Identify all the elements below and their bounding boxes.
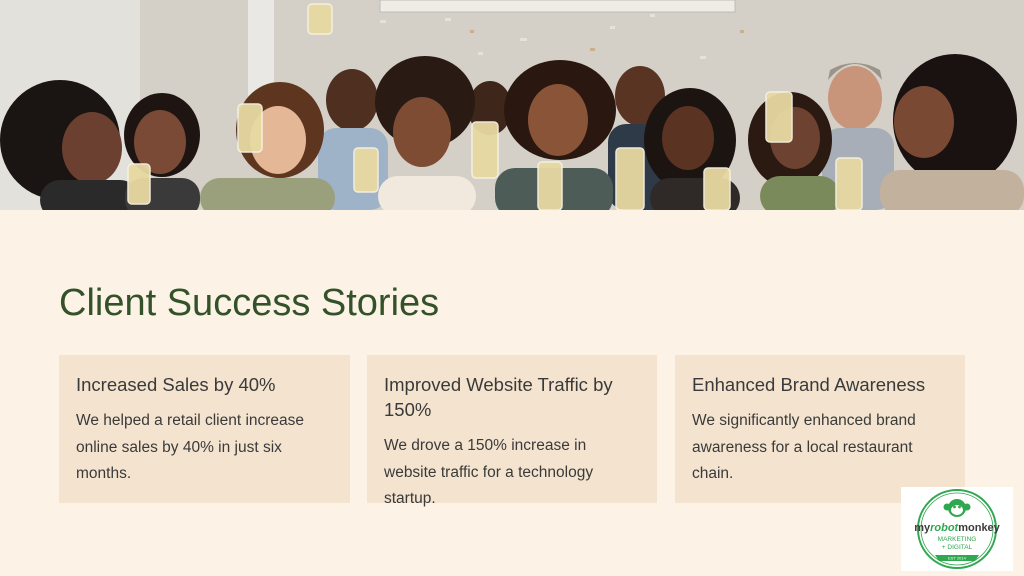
card-body: We helped a retail client increase onlin…	[76, 412, 305, 482]
success-story-card-brand: Enhanced Brand Awareness We significantl…	[675, 355, 965, 503]
svg-text:MARKETING: MARKETING	[938, 536, 977, 543]
success-story-card-traffic: Improved Website Traffic by 150% We drov…	[367, 355, 657, 507]
myrobotmonkey-logo: myrobotmonkey MARKETING + DIGITAL EST 20…	[914, 489, 1001, 569]
card-heading: Increased Sales by 40%	[76, 374, 276, 395]
card-body: We significantly enhanced brand awarenes…	[692, 412, 916, 482]
monkey-icon	[943, 499, 971, 517]
card-heading: Enhanced Brand Awareness	[692, 374, 926, 395]
page-title: Client Success Stories	[59, 282, 440, 324]
svg-text:myrobotmonkey: myrobotmonkey	[914, 522, 1000, 534]
card-body: We drove a 150% increase in website traf…	[384, 437, 594, 507]
hero-image	[0, 0, 1024, 210]
card-heading: Improved Website Traffic by 150%	[384, 374, 613, 420]
celebration-photo	[0, 0, 1024, 210]
svg-text:EST 2014: EST 2014	[948, 556, 966, 561]
success-story-card-sales: Increased Sales by 40% We helped a retai…	[59, 355, 350, 503]
company-logo: myrobotmonkey MARKETING + DIGITAL EST 20…	[901, 487, 1013, 571]
svg-text:+ DIGITAL: + DIGITAL	[942, 544, 973, 551]
